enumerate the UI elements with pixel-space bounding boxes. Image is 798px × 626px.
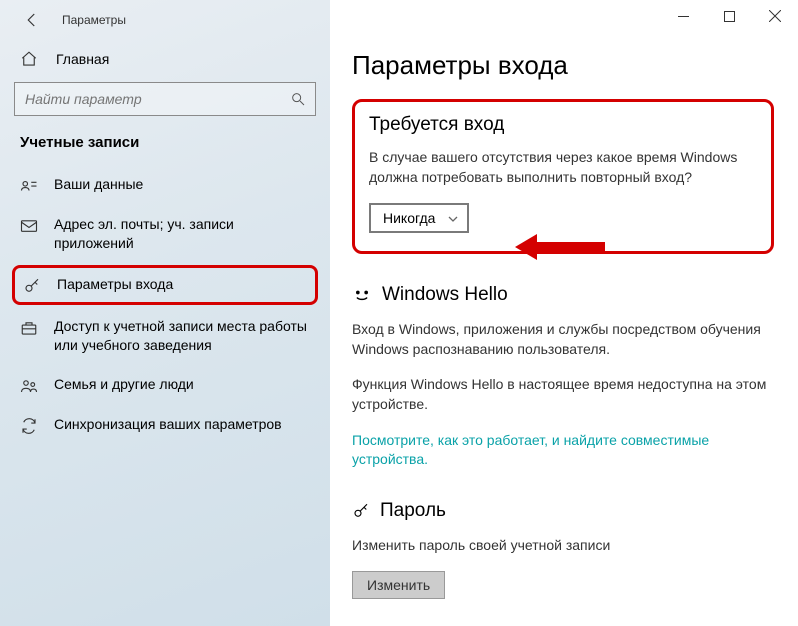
sync-icon	[20, 417, 38, 435]
chevron-down-icon	[447, 212, 459, 224]
home-icon	[20, 50, 38, 68]
hello-link[interactable]: Посмотрите, как это работает, и найдите …	[352, 432, 709, 468]
annotation-arrow	[515, 232, 605, 262]
sidebar-section-title: Учетные записи	[0, 134, 330, 165]
close-icon	[769, 10, 781, 22]
sidebar: Параметры Главная Учетные записи Ваш	[0, 0, 330, 626]
maximize-button[interactable]	[706, 0, 752, 32]
sidebar-item-label: Семья и другие люди	[54, 375, 194, 394]
main-content: Параметры входа Требуется вход В случае …	[330, 0, 798, 626]
arrow-left-icon	[23, 11, 41, 29]
user-card-icon	[20, 177, 38, 195]
maximize-icon	[724, 11, 735, 22]
search-icon	[289, 90, 307, 108]
minimize-icon	[678, 11, 689, 22]
section-heading-text: Пароль	[380, 500, 446, 522]
sidebar-item-label: Доступ к учетной записи места работы или…	[54, 317, 310, 355]
hello-desc-1: Вход в Windows, приложения и службы поср…	[352, 320, 774, 359]
minimize-button[interactable]	[660, 0, 706, 32]
close-button[interactable]	[752, 0, 798, 32]
password-section: Пароль Изменить пароль своей учетной зап…	[352, 500, 774, 600]
search-input[interactable]	[25, 91, 281, 107]
dropdown-value: Никогда	[383, 210, 435, 226]
sidebar-item-sync[interactable]: Синхронизация ваших параметров	[0, 405, 330, 445]
people-icon	[20, 377, 38, 395]
sidebar-item-signin[interactable]: Параметры входа	[12, 265, 318, 305]
app-title: Параметры	[62, 13, 126, 27]
arrow-left-red-icon	[515, 232, 605, 262]
windows-hello-heading: Windows Hello	[352, 284, 774, 306]
titlebar: Параметры	[0, 0, 330, 40]
require-signin-card: Требуется вход В случае вашего отсутстви…	[352, 99, 774, 254]
key-icon	[23, 277, 41, 295]
smiley-icon	[352, 285, 372, 305]
search-box[interactable]	[14, 82, 316, 116]
sidebar-item-work[interactable]: Доступ к учетной записи места работы или…	[0, 307, 330, 365]
home-label: Главная	[56, 51, 109, 67]
windows-hello-section: Windows Hello Вход в Windows, приложения…	[352, 284, 774, 470]
hello-desc-2: Функция Windows Hello в настоящее время …	[352, 375, 774, 414]
sidebar-item-label: Адрес эл. почты; уч. записи приложений	[54, 215, 310, 253]
change-password-button[interactable]: Изменить	[352, 571, 445, 599]
back-button[interactable]	[20, 8, 44, 32]
require-signin-dropdown[interactable]: Никогда	[369, 203, 469, 233]
sidebar-item-email[interactable]: Адрес эл. почты; уч. записи приложений	[0, 205, 330, 263]
password-desc: Изменить пароль своей учетной записи	[352, 536, 774, 556]
sidebar-item-label: Синхронизация ваших параметров	[54, 415, 282, 434]
home-row[interactable]: Главная	[0, 40, 330, 82]
require-signin-desc: В случае вашего отсутствия через какое в…	[369, 148, 757, 187]
window-controls	[660, 0, 798, 32]
sidebar-nav: Ваши данные Адрес эл. почты; уч. записи …	[0, 165, 330, 445]
sidebar-item-family[interactable]: Семья и другие люди	[0, 365, 330, 405]
sidebar-item-label: Ваши данные	[54, 175, 143, 194]
briefcase-icon	[20, 319, 38, 337]
sidebar-item-your-info[interactable]: Ваши данные	[0, 165, 330, 205]
page-title: Параметры входа	[352, 50, 774, 81]
password-heading: Пароль	[352, 500, 774, 522]
sidebar-item-label: Параметры входа	[57, 275, 173, 294]
require-signin-heading: Требуется вход	[369, 114, 757, 136]
section-heading-text: Windows Hello	[382, 284, 508, 306]
key-icon	[352, 502, 370, 520]
mail-icon	[20, 217, 38, 235]
